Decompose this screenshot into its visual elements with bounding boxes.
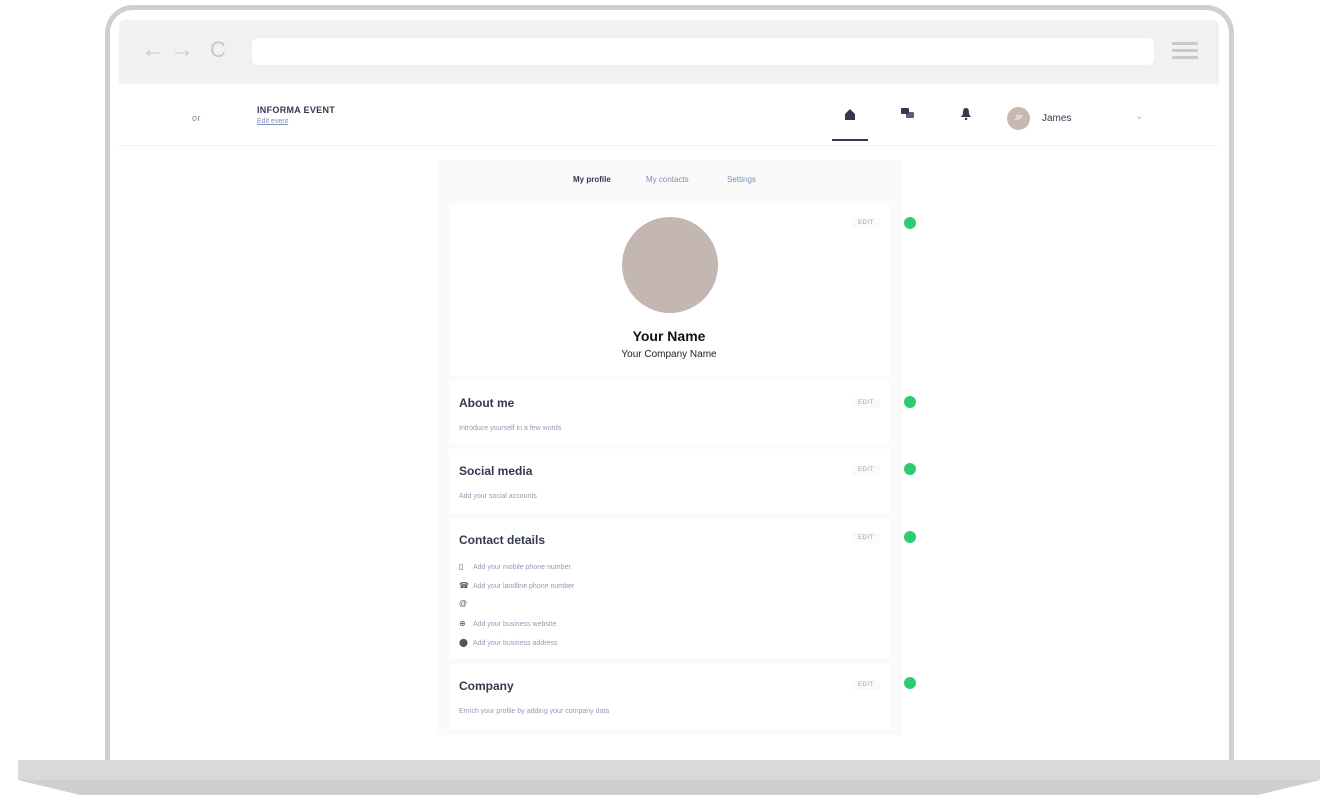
brand-logo[interactable]: or <box>192 113 201 123</box>
forward-arrow-icon[interactable]: → <box>170 34 194 66</box>
tab-settings[interactable]: Settings <box>727 175 756 184</box>
menu-icon[interactable] <box>1172 42 1198 60</box>
laptop-base <box>18 760 1320 780</box>
edit-social-media-button[interactable]: EDIT <box>852 465 880 475</box>
about-me-subtitle: Introduce yourself in a few words <box>459 425 562 432</box>
contact-details-title: Contact details <box>459 533 546 547</box>
social-media-subtitle: Add your social accounts <box>459 493 537 500</box>
edit-event-link[interactable]: Edit event <box>257 118 288 125</box>
company-subtitle: Enrich your profile by adding your compa… <box>459 708 610 715</box>
mobile-icon: ▯ <box>459 562 464 571</box>
url-bar[interactable] <box>252 38 1154 65</box>
contact-row-email[interactable]: @ <box>459 598 473 610</box>
edit-about-me-button[interactable]: EDIT <box>852 398 880 408</box>
contact-row-mobile-text: Add your mobile phone number <box>473 564 571 571</box>
reload-icon[interactable]: C <box>210 34 226 66</box>
profile-company: Your Company Name <box>621 349 717 360</box>
contact-row-address-text: Add your business address <box>473 640 558 647</box>
chevron-down-icon[interactable]: ⌄ <box>1135 111 1143 122</box>
chat-icon[interactable] <box>901 108 914 123</box>
location-icon: ⬤ <box>459 638 468 647</box>
tab-my-contacts[interactable]: My contacts <box>646 175 689 184</box>
active-nav-underline <box>832 139 868 141</box>
contact-row-landline-text: Add your landline phone number <box>473 583 575 590</box>
contact-row-website-text: Add your business website <box>473 621 557 628</box>
user-name[interactable]: James <box>1042 113 1071 124</box>
edit-contact-details-button[interactable]: EDIT <box>852 533 880 543</box>
profile-name: Your Name <box>632 328 706 344</box>
home-icon[interactable] <box>844 108 856 124</box>
status-dot-company <box>904 677 916 689</box>
edit-company-button[interactable]: EDIT <box>852 680 880 690</box>
social-media-title: Social media <box>459 464 533 478</box>
status-dot-social-media <box>904 463 916 475</box>
bell-icon[interactable] <box>961 108 971 123</box>
about-me-title: About me <box>459 396 515 410</box>
company-card <box>449 664 890 730</box>
about-me-card <box>449 380 890 444</box>
event-title: INFORMA EVENT <box>257 105 336 115</box>
profile-avatar[interactable] <box>622 217 718 313</box>
tab-my-profile[interactable]: My profile <box>573 175 611 184</box>
back-arrow-icon[interactable]: ← <box>141 34 165 66</box>
status-dot-about-me <box>904 396 916 408</box>
contact-row-mobile[interactable]: ▯ Add your mobile phone number <box>459 561 571 573</box>
user-avatar[interactable]: JP <box>1007 107 1030 130</box>
status-dot-contact-details <box>904 531 916 543</box>
website-icon: ⊕ <box>459 619 466 628</box>
social-media-card <box>449 449 890 513</box>
landline-icon: ☎ <box>459 581 469 590</box>
laptop-foot <box>18 780 1320 795</box>
edit-profile-button[interactable]: EDIT <box>852 218 880 228</box>
email-icon: @ <box>459 599 468 608</box>
status-dot-profile <box>904 217 916 229</box>
company-title: Company <box>459 679 514 693</box>
contact-row-landline[interactable]: ☎ Add your landline phone number <box>459 580 574 592</box>
screenshot-stage: ← → C or INFORMA EVENT Edit event JP Jam… <box>0 0 1327 795</box>
laptop-foot-shape <box>18 780 1320 795</box>
contact-row-address[interactable]: ⬤ Add your business address <box>459 637 557 649</box>
contact-row-website[interactable]: ⊕ Add your business website <box>459 618 556 630</box>
